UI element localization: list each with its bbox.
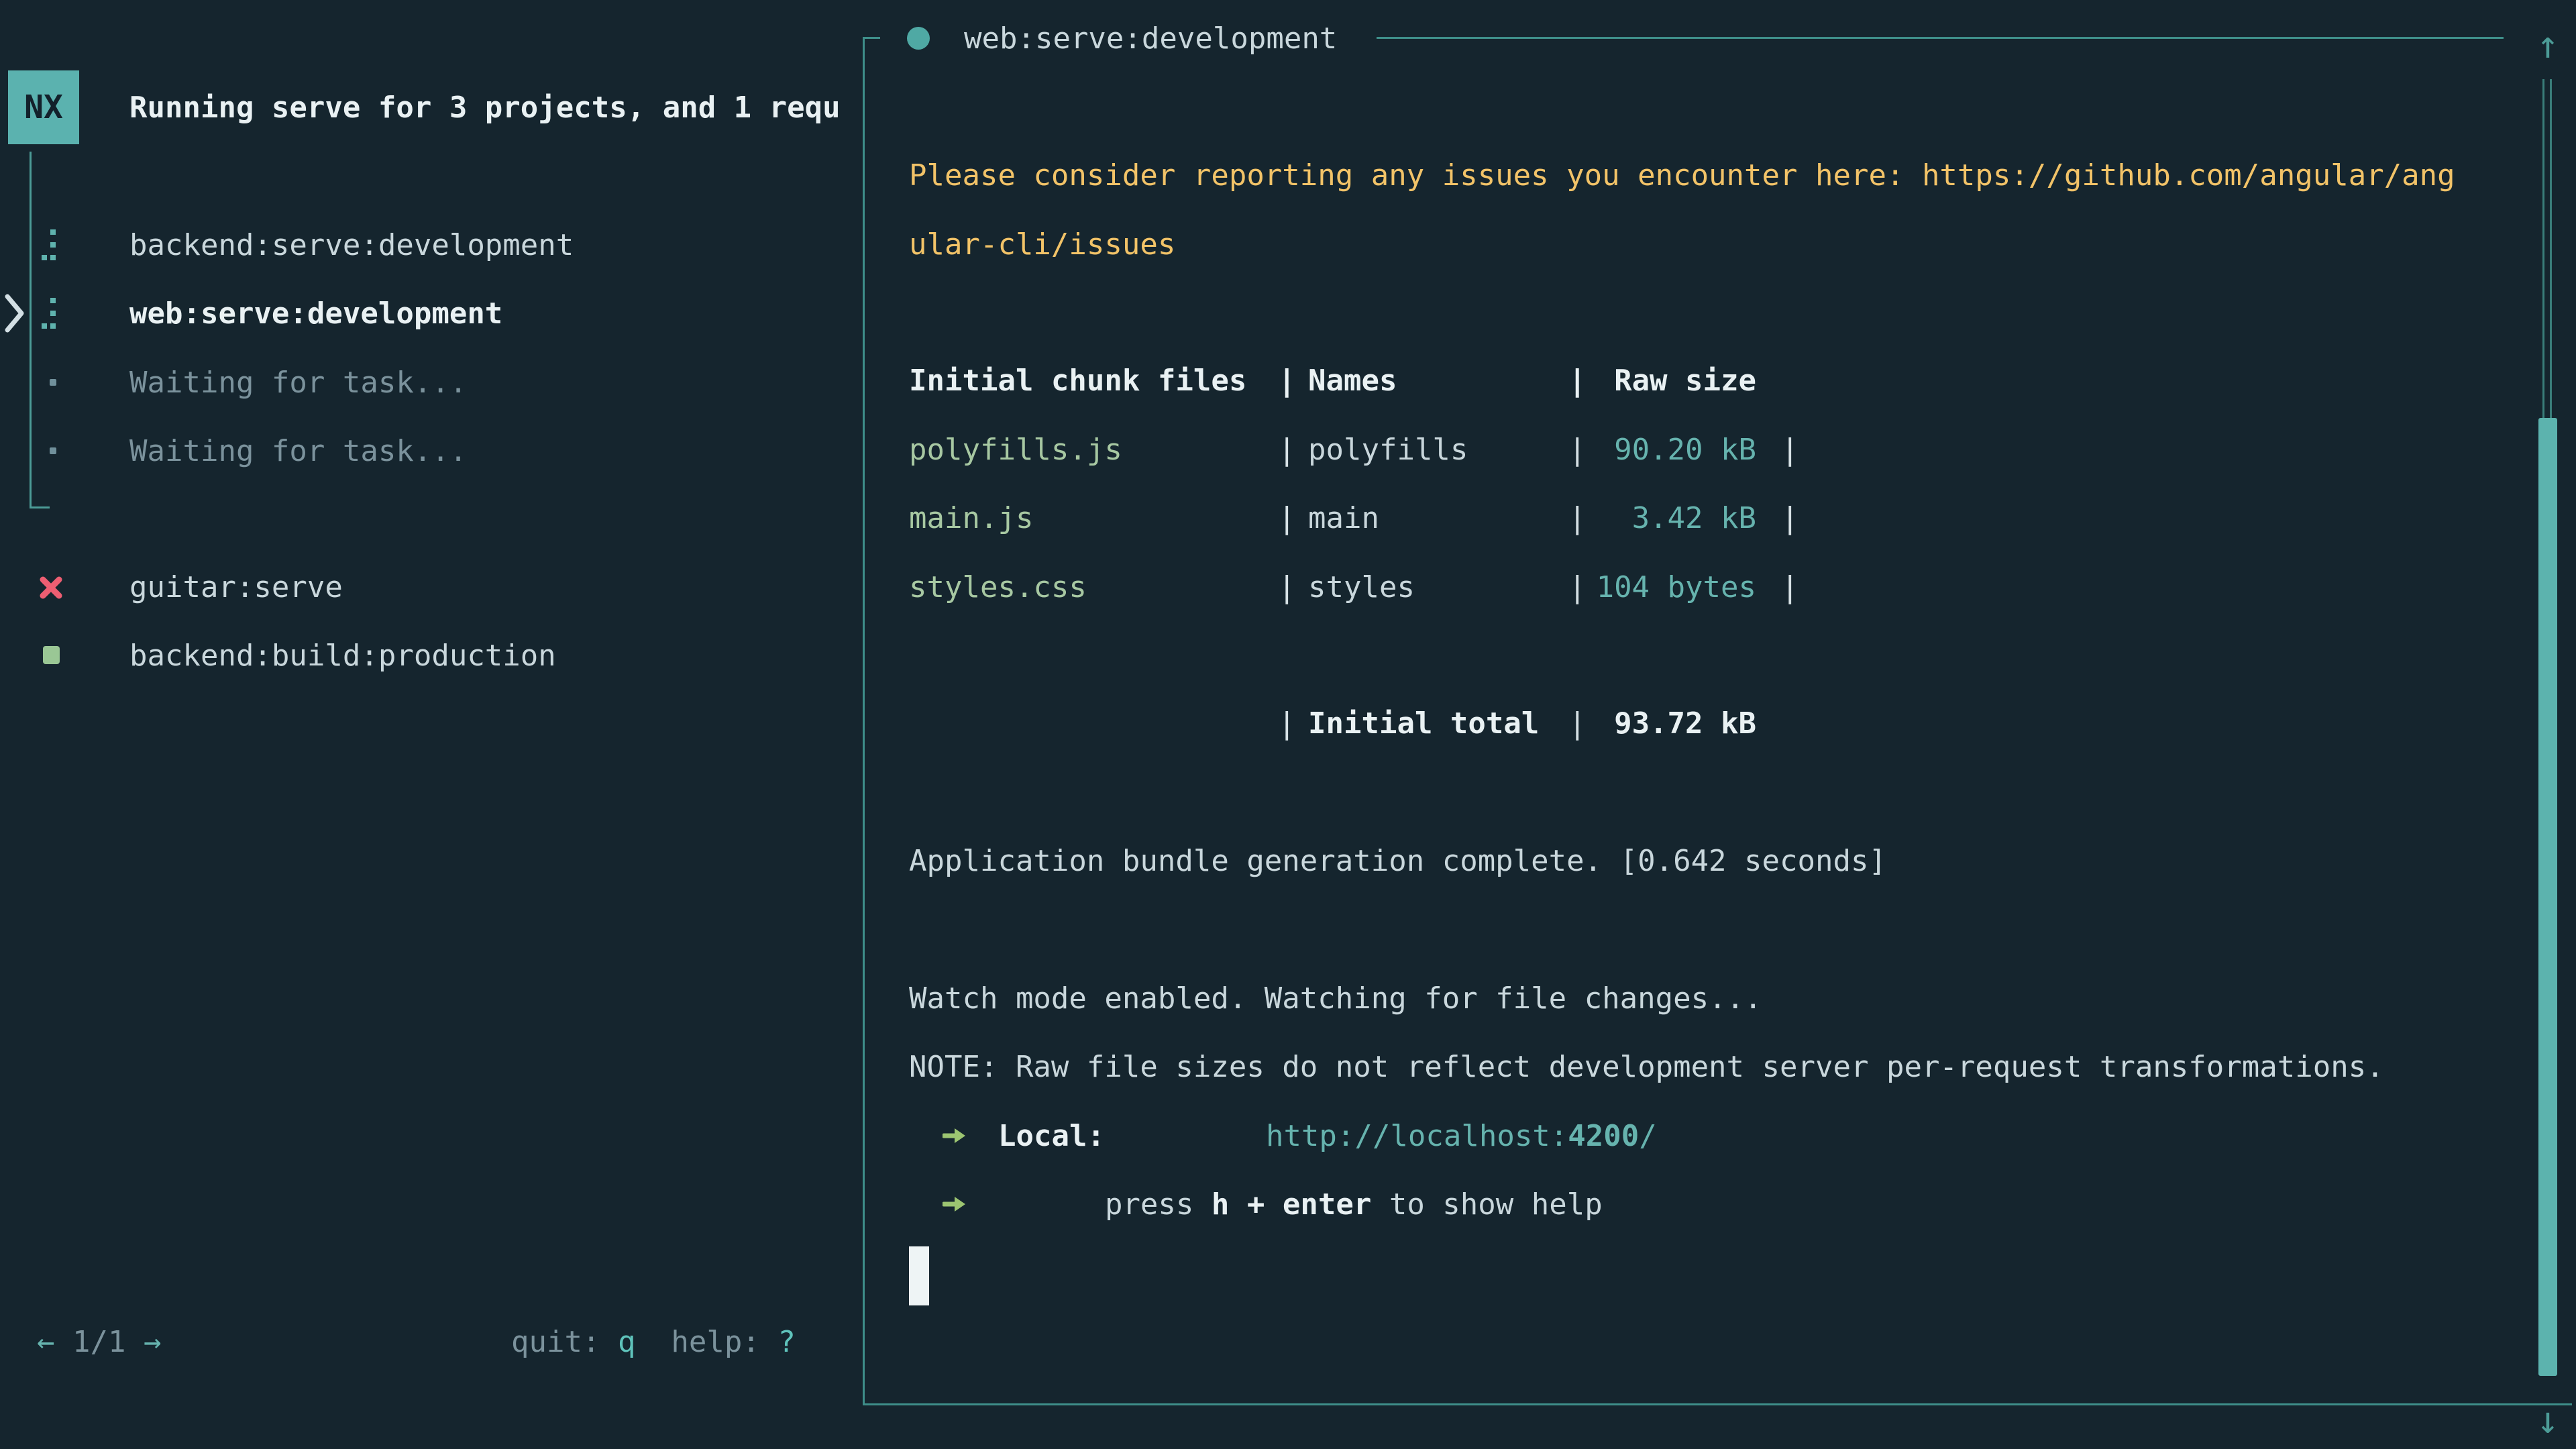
header-initial-chunk-files: Initial chunk files xyxy=(909,364,1246,398)
pipe: | xyxy=(1568,570,1587,604)
panel-border-top xyxy=(1377,37,2504,39)
pipe: | xyxy=(1568,433,1587,467)
chunk-table-header: Initial chunk files | Names | Raw size xyxy=(909,346,1848,415)
arrow-right-icon xyxy=(943,1195,967,1214)
terminal-cursor xyxy=(909,1246,929,1305)
scrollbar-track[interactable] xyxy=(2542,79,2552,418)
help-label: help: xyxy=(635,1325,777,1359)
sidebar-item-waiting-2[interactable]: Waiting for task... xyxy=(0,417,859,485)
cell-file: main.js xyxy=(909,501,1033,535)
pending-dot-icon xyxy=(50,447,56,454)
scrollbar-down-arrow[interactable]: ↓ xyxy=(2530,1386,2565,1449)
cell-size: 3.42 kB xyxy=(1593,501,1756,535)
task-label: backend:serve:development xyxy=(129,228,574,262)
panel-border-top-stub xyxy=(863,37,880,39)
help-hint-line: press h + enter to show help xyxy=(909,1170,1848,1238)
sidebar-title: Running serve for 3 projects, and 1 requ xyxy=(129,73,841,142)
pipe: | xyxy=(1278,570,1296,604)
cell-name: styles xyxy=(1308,570,1415,604)
pipe: | xyxy=(1278,364,1296,398)
pager-prev-arrow[interactable]: ← xyxy=(37,1325,55,1359)
pipe: | xyxy=(1781,433,1799,467)
table-row: polyfills.js | polyfills | 90.20 kB | xyxy=(909,415,1848,484)
help-key-h: h xyxy=(1212,1187,1230,1222)
task-label: backend:build:production xyxy=(129,639,556,673)
pipe: | xyxy=(1278,501,1296,535)
cell-size: 104 bytes xyxy=(1593,570,1756,604)
shortcut-hints: quit: q help: ? xyxy=(511,1307,796,1376)
angular-issues-notice: Please consider reporting any issues you… xyxy=(909,142,2472,279)
cell-file: polyfills.js xyxy=(909,433,1122,467)
local-label: Local: xyxy=(998,1119,1105,1153)
sidebar-item-web-serve[interactable]: web:serve:development xyxy=(0,279,859,347)
header-names: Names xyxy=(1308,364,1397,398)
help-post: to show help xyxy=(1371,1187,1602,1222)
scrollbar-up-arrow[interactable]: ↑ xyxy=(2530,11,2565,79)
nx-logo: NX xyxy=(8,70,79,144)
url-port: 4200 xyxy=(1568,1119,1639,1153)
local-gap xyxy=(1105,1119,1158,1153)
pipe: | xyxy=(1568,501,1587,535)
task-label: Waiting for task... xyxy=(129,366,467,400)
panel-border-left xyxy=(863,37,865,1405)
nx-tui-app: NX Running serve for 3 projects, and 1 r… xyxy=(0,0,2576,1449)
pager-label: 1/1 xyxy=(55,1325,144,1359)
total-label: Initial total xyxy=(1308,706,1539,741)
pipe: | xyxy=(1278,706,1296,741)
success-square-icon xyxy=(43,646,60,664)
help-hint-text: press h + enter to show help xyxy=(998,1153,1603,1256)
cell-name: main xyxy=(1308,501,1379,535)
bundle-complete-line: Application bundle generation complete. … xyxy=(909,826,1886,895)
arrow-right-icon xyxy=(943,1126,967,1145)
task-label: Waiting for task... xyxy=(129,434,467,468)
sidebar-item-backend-serve[interactable]: backend:serve:development xyxy=(0,211,859,279)
pager: ← 1/1 → xyxy=(37,1307,161,1376)
sidebar-item-guitar-serve[interactable]: guitar:serve xyxy=(0,553,859,621)
quit-key: q xyxy=(618,1325,636,1359)
panel-title: web:serve:development xyxy=(964,4,1337,72)
pipe: | xyxy=(1568,364,1587,398)
url-prefix: http://localhost: xyxy=(1266,1119,1568,1153)
table-total-row: | Initial total | 93.72 kB xyxy=(909,689,1848,757)
quit-label: quit: xyxy=(511,1325,618,1359)
failed-x-icon xyxy=(38,574,64,601)
cell-file: styles.css xyxy=(909,570,1087,604)
pending-dot-icon xyxy=(50,379,56,386)
task-label-selected: web:serve:development xyxy=(129,297,502,331)
help-pre: press xyxy=(1105,1187,1212,1222)
task-label: guitar:serve xyxy=(129,570,343,604)
pipe: | xyxy=(1781,570,1799,604)
help-key: ? xyxy=(777,1325,796,1359)
header-raw-size: Raw size xyxy=(1593,364,1756,398)
panel-border-bottom xyxy=(863,1403,2572,1405)
pipe: | xyxy=(1278,433,1296,467)
pipe: | xyxy=(1781,501,1799,535)
scrollbar-thumb[interactable] xyxy=(2538,418,2557,1376)
sidebar-item-backend-build[interactable]: backend:build:production xyxy=(0,621,859,690)
table-row: main.js | main | 3.42 kB | xyxy=(909,484,1848,552)
running-bullet-icon xyxy=(907,27,930,50)
cell-name: polyfills xyxy=(1308,433,1468,467)
cell-size: 90.20 kB xyxy=(1593,433,1756,467)
spinner-icon xyxy=(42,229,56,260)
help-key-enter: enter xyxy=(1283,1187,1371,1222)
table-row: styles.css | styles | 104 bytes | xyxy=(909,553,1848,621)
task-tree-corner xyxy=(30,506,50,508)
sidebar-item-waiting-1[interactable]: Waiting for task... xyxy=(0,348,859,417)
pipe: | xyxy=(1568,706,1587,741)
help-plus: + xyxy=(1229,1187,1282,1222)
spinner-icon xyxy=(42,298,56,329)
url-suffix: / xyxy=(1639,1119,1657,1153)
watch-mode-line: Watch mode enabled. Watching for file ch… xyxy=(909,964,1762,1032)
pager-next-arrow[interactable]: → xyxy=(144,1325,162,1359)
total-size: 93.72 kB xyxy=(1593,706,1756,741)
